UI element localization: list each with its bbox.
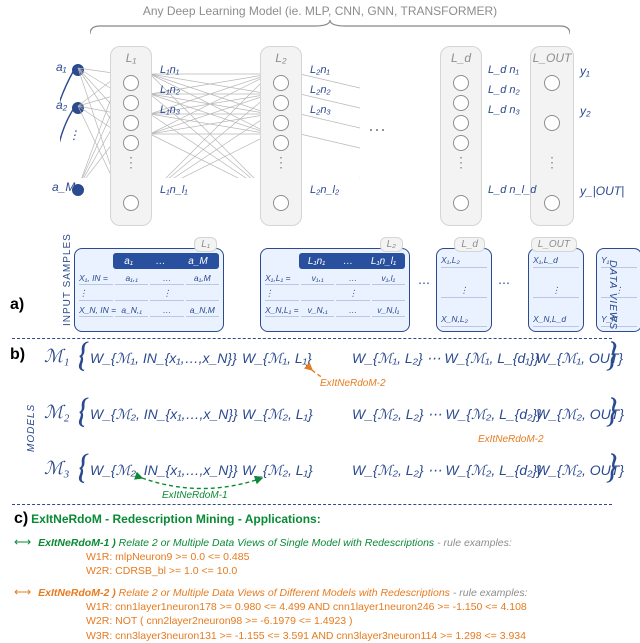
- table-cap: L₂: [380, 237, 403, 252]
- data-views-label: DATA VIEWS: [607, 260, 618, 330]
- neuron-label: L₂n₁: [310, 64, 330, 76]
- table-body: X₁, IN =a₁,₁…a₁,M ⋮⋮ X_N, IN =a_N,₁…a_N,…: [79, 271, 219, 327]
- neuron-label: L₁n₃: [160, 104, 180, 116]
- panel-c-title: ExItNeRdoM - Redescription Mining - Appl…: [31, 512, 321, 526]
- input-label: a_M: [52, 180, 75, 194]
- neuron-label: L₂n₂: [310, 84, 331, 96]
- input-samples-label: INPUT SAMPLES: [62, 233, 73, 326]
- annot-orange: ExItNeRdoM-2: [320, 378, 386, 389]
- rule: W3R: cnn3layer3neuron131 >= -1.155 <= 3.…: [86, 629, 630, 643]
- dash-separator: [12, 504, 612, 505]
- table-header: a₁ … a_M: [113, 253, 219, 269]
- table-body: X₁,L₁ =v₁,₁…v₁,l₁ ⋮⋮ X_N,L₁ =v_N,₁…v_N,l…: [265, 271, 405, 327]
- layer-label: L_OUT: [531, 51, 573, 65]
- layer-label: L_d: [441, 51, 481, 65]
- output-label: y₂: [580, 104, 591, 118]
- block1-head: Relate 2 or Multiple Data Views of Singl…: [119, 537, 435, 549]
- table-header: L₁n₁ … L₁n_l₁: [299, 253, 405, 269]
- output-label: y_|OUT|: [580, 184, 624, 198]
- panel-b: MODELS DATA VIEWS ℳ₁ { W_{ℳ₁, IN_{x₁,…,x…: [22, 342, 626, 500]
- annotation-arrows: [22, 342, 322, 492]
- annot-orange: ExItNeRdoM-2: [478, 434, 544, 445]
- block2-head-bold: ExItNeRdoM-2 ): [38, 587, 119, 599]
- output-label: y₁: [580, 64, 590, 78]
- table-cap: L₁: [194, 237, 217, 252]
- neuron-label: L_d n_l_d: [488, 184, 536, 196]
- hdots: ⋯: [498, 276, 510, 290]
- hdots: ⋯: [368, 120, 386, 141]
- table-cap: L_OUT: [531, 237, 577, 252]
- panel-a: INPUT SAMPLES L₁ a₁ … a_M X₁, IN =a₁,₁…a…: [30, 244, 624, 336]
- panel-c: c) ExItNeRdoM - Redescription Mining - A…: [14, 508, 630, 643]
- dash-separator: [12, 338, 612, 339]
- double-arrow-icon: ⟷: [14, 585, 31, 599]
- block2-head: Relate 2 or Multiple Data Views of Diffe…: [119, 587, 450, 599]
- rule: W2R: NOT ( cnn2layer2neuron98 >= -6.1979…: [86, 614, 630, 628]
- double-arrow-icon: ⟷: [14, 535, 31, 549]
- network-diagram: a₁ a₂ ⋮ a_M L₁ ⋮ L₁n₁ L₁n₂ L₁n₃ L₁n_l₁ L…: [60, 28, 600, 238]
- block1-note: - rule examples:: [437, 537, 512, 549]
- annot-green: ExItNeRdoM-1: [162, 490, 228, 501]
- layer-label: L₂: [261, 51, 301, 65]
- table-cap: L_d: [454, 237, 485, 252]
- layer-Ld: L_d ⋮: [440, 46, 482, 226]
- layer-label: L₁: [111, 51, 151, 65]
- table-L2: L_d X₁,L₂ ⋮ X_N,L₂: [436, 248, 492, 332]
- block2-note: - rule examples:: [453, 587, 528, 599]
- neuron-label: L₁n₁: [160, 64, 179, 76]
- rule: W1R: mlpNeuron9 >= 0.0 <= 0.485: [86, 550, 630, 564]
- table-L1: L₂ L₁n₁ … L₁n_l₁ X₁,L₁ =v₁,₁…v₁,l₁ ⋮⋮ X_…: [260, 248, 410, 332]
- hdots: ⋯: [418, 276, 430, 290]
- neuron-label: L₂n_l₂: [310, 184, 339, 196]
- panel-a-tag: a): [10, 296, 24, 314]
- neuron-label: L_d n₃: [488, 104, 520, 116]
- neuron-label: L_d n₂: [488, 84, 520, 96]
- neuron-label: L₁n₂: [160, 84, 180, 96]
- panel-c-tag: c): [14, 510, 28, 527]
- table-input: L₁ a₁ … a_M X₁, IN =a₁,₁…a₁,M ⋮⋮ X_N, IN…: [74, 248, 224, 332]
- neuron-label: L₁n_l₁: [160, 184, 188, 196]
- wire-lines: [60, 28, 360, 178]
- neuron-label: L₂n₃: [310, 104, 331, 116]
- block1-head-bold: ExItNeRdoM-1 ): [38, 537, 119, 549]
- layer-out: L_OUT ⋮: [530, 46, 574, 226]
- layer-L2: L₂ ⋮: [260, 46, 302, 226]
- rule: W1R: cnn1layer1neuron178 >= 0.980 <= 4.4…: [86, 600, 630, 614]
- table-out: Y₁ ⋮ Y_N: [596, 248, 640, 332]
- top-title: Any Deep Learning Model (ie. MLP, CNN, G…: [0, 4, 640, 18]
- neuron-label: L_d n₁: [488, 64, 519, 76]
- rule: W2R: CDRSB_bl >= 1.0 <= 10.0: [86, 564, 630, 578]
- layer-L1: L₁ ⋮: [110, 46, 152, 226]
- table-Ld: L_OUT X₁,L_d ⋮ X_N,L_d: [528, 248, 584, 332]
